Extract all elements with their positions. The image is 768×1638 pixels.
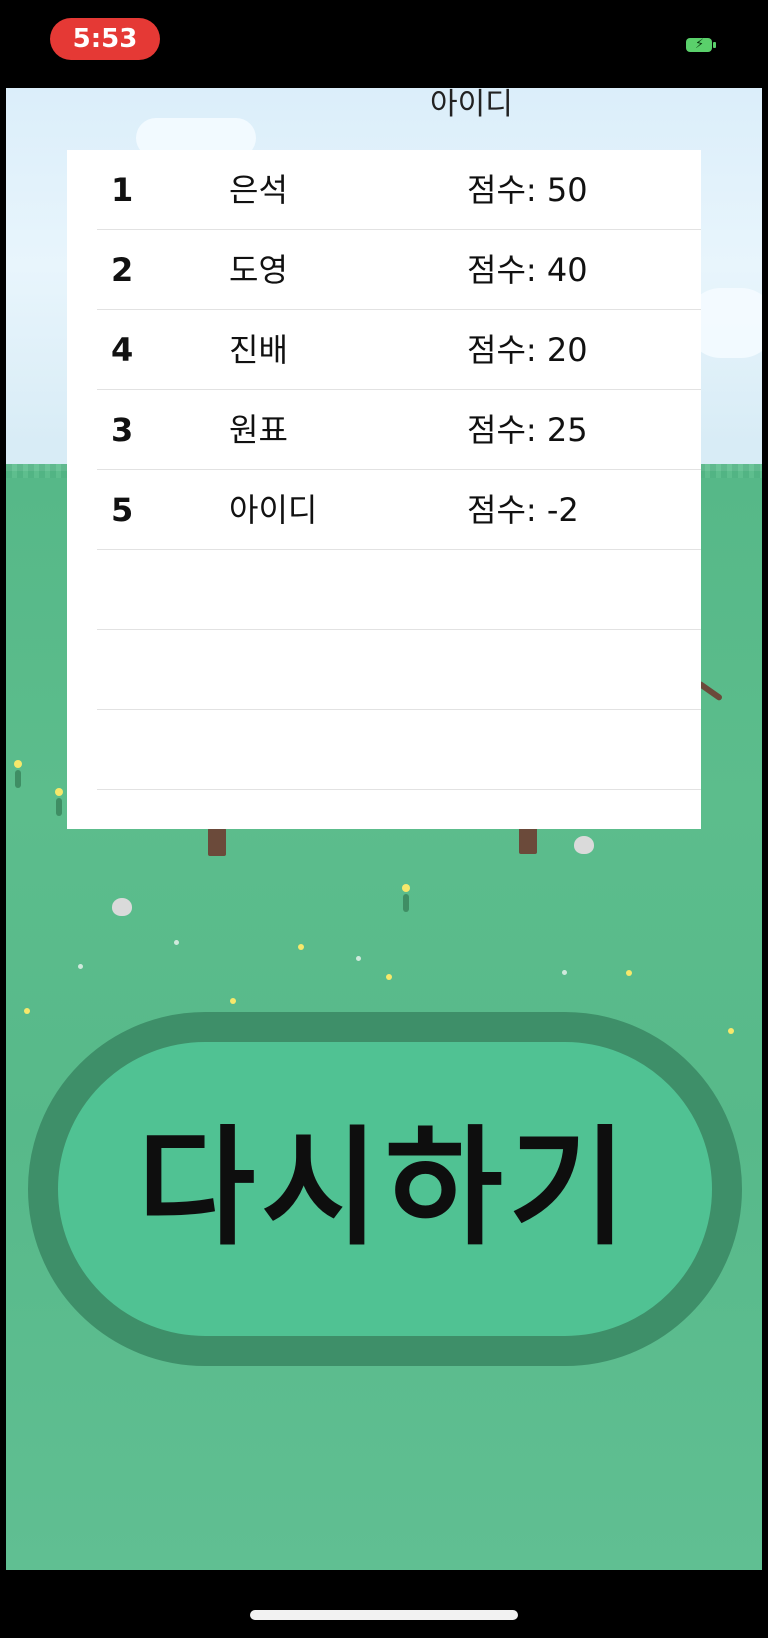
rank-number: 1 xyxy=(111,171,134,209)
flower xyxy=(298,944,304,950)
flower xyxy=(55,788,63,796)
player-name: 진배 xyxy=(229,331,288,369)
status-bar: 5:53 ⚡ xyxy=(0,0,768,88)
table-row[interactable]: 5 아이디 점수: -2 xyxy=(97,470,701,550)
dot xyxy=(356,956,361,961)
flower xyxy=(728,1028,734,1034)
scoreboard-header: 아이디 xyxy=(430,87,513,122)
flower xyxy=(14,760,22,768)
rank-number: 4 xyxy=(111,331,134,369)
dot xyxy=(174,940,179,945)
tree-trunk xyxy=(208,828,226,856)
rank-number: 5 xyxy=(111,491,134,529)
table-row[interactable]: 4 진배 점수: 20 xyxy=(97,310,701,390)
table-row-empty xyxy=(97,550,701,630)
flower xyxy=(386,974,392,980)
table-row[interactable]: 1 은석 점수: 50 xyxy=(97,150,701,230)
player-name: 원표 xyxy=(229,411,288,449)
retry-button-label: 다시하기 xyxy=(137,1114,633,1263)
retry-button[interactable]: 다시하기 xyxy=(28,1012,742,1366)
battery-charging-icon: ⚡ xyxy=(686,37,716,52)
player-name: 도영 xyxy=(229,251,288,289)
dot xyxy=(78,964,83,969)
table-row[interactable]: 3 원표 점수: 25 xyxy=(97,390,701,470)
table-row-empty xyxy=(97,710,701,790)
player-score: 점수: 40 xyxy=(467,251,588,289)
home-indicator[interactable] xyxy=(250,1610,518,1620)
ranking-table[interactable]: 1 은석 점수: 50 2 도영 점수: 40 4 진배 점수: 20 3 원표… xyxy=(67,150,701,829)
rank-number: 3 xyxy=(111,411,134,449)
sprout xyxy=(403,894,409,912)
rank-number: 2 xyxy=(111,251,134,289)
phone-screen: 5:53 ⚡ 아이디 1 은석 점수: 50 2 도영 점수: 40 4 진배 … xyxy=(0,0,768,1638)
player-name: 은석 xyxy=(229,171,288,209)
dot xyxy=(562,970,567,975)
sprout xyxy=(15,770,21,788)
flower xyxy=(230,998,236,1004)
status-time: 5:53 xyxy=(50,18,160,60)
rock xyxy=(112,898,132,916)
player-score: 점수: 25 xyxy=(467,411,588,449)
flower xyxy=(402,884,410,892)
tree-trunk xyxy=(519,826,537,854)
player-score: 점수: 50 xyxy=(467,171,588,209)
player-name: 아이디 xyxy=(229,491,318,529)
table-row-empty xyxy=(97,630,701,710)
bolt-icon: ⚡ xyxy=(695,37,705,52)
flower xyxy=(626,970,632,976)
player-score: 점수: -2 xyxy=(467,491,579,529)
rock xyxy=(574,836,594,854)
table-row[interactable]: 2 도영 점수: 40 xyxy=(97,230,701,310)
player-score: 점수: 20 xyxy=(467,331,588,369)
flower xyxy=(24,1008,30,1014)
sprout xyxy=(56,798,62,816)
